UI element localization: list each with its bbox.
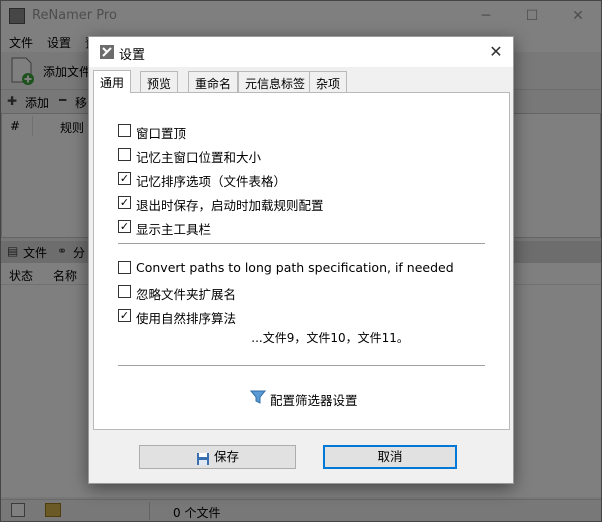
save-icon [196, 451, 210, 465]
option-label: 使用自然排序算法 [136, 311, 237, 326]
highlight-box [112, 333, 248, 358]
checkbox-save-rules-on-exit[interactable]: ✓ [118, 196, 131, 209]
option-label: 退出时保存，启动时加载规则配置 [136, 198, 324, 213]
save-label: 保存 [213, 449, 239, 464]
tab-rename[interactable]: 重命名 [188, 71, 239, 92]
cancel-button[interactable]: 取消 [323, 445, 457, 469]
settings-icon [99, 44, 115, 60]
tab-preview[interactable]: 预览 [140, 71, 179, 92]
checkbox-ignore-folder-ext[interactable] [118, 285, 131, 298]
dialog-titlebar: 设置 ✕ [89, 37, 513, 67]
filter-icon [249, 389, 267, 405]
filter-settings-label: 配置筛选器设置 [270, 393, 358, 408]
option-label: 窗口置顶 [136, 126, 187, 141]
option-label: 记忆主窗口位置和大小 [136, 150, 262, 165]
dialog-title: 设置 [119, 48, 146, 63]
tab-general[interactable]: 通用 [93, 70, 132, 93]
checkbox-remember-window[interactable] [118, 148, 131, 161]
checkbox-stay-on-top[interactable] [118, 124, 131, 137]
settings-tabs: 通用 预览 重命名 元信息标签 杂项 [93, 70, 511, 93]
general-panel: 窗口置顶 记忆主窗口位置和大小 ✓ 记忆排序选项（文件表格） ✓ 退出时保存，启… [93, 92, 510, 430]
save-button[interactable]: 保存 [139, 445, 296, 469]
settings-dialog: 设置 ✕ 通用 预览 重命名 元信息标签 杂项 窗口置顶 记忆主窗口位置和大小 … [88, 36, 514, 484]
cancel-label: 取消 [377, 449, 403, 464]
option-label: 显示主工具栏 [136, 222, 212, 237]
separator [118, 365, 485, 366]
separator [118, 243, 485, 244]
tab-misc[interactable]: 杂项 [309, 71, 348, 92]
checkbox-show-toolbar[interactable]: ✓ [118, 220, 131, 233]
tab-meta-tags[interactable]: 元信息标签 [238, 71, 313, 92]
option-label: 记忆排序选项（文件表格） [136, 174, 287, 189]
option-label: 忽略文件夹扩展名 [136, 287, 237, 302]
checkbox-long-paths[interactable] [118, 261, 131, 274]
option-label: Convert paths to long path specification… [136, 260, 454, 275]
close-icon[interactable]: ✕ [483, 39, 509, 65]
checkbox-natural-sort[interactable]: ✓ [118, 309, 131, 322]
checkbox-remember-sort[interactable]: ✓ [118, 172, 131, 185]
